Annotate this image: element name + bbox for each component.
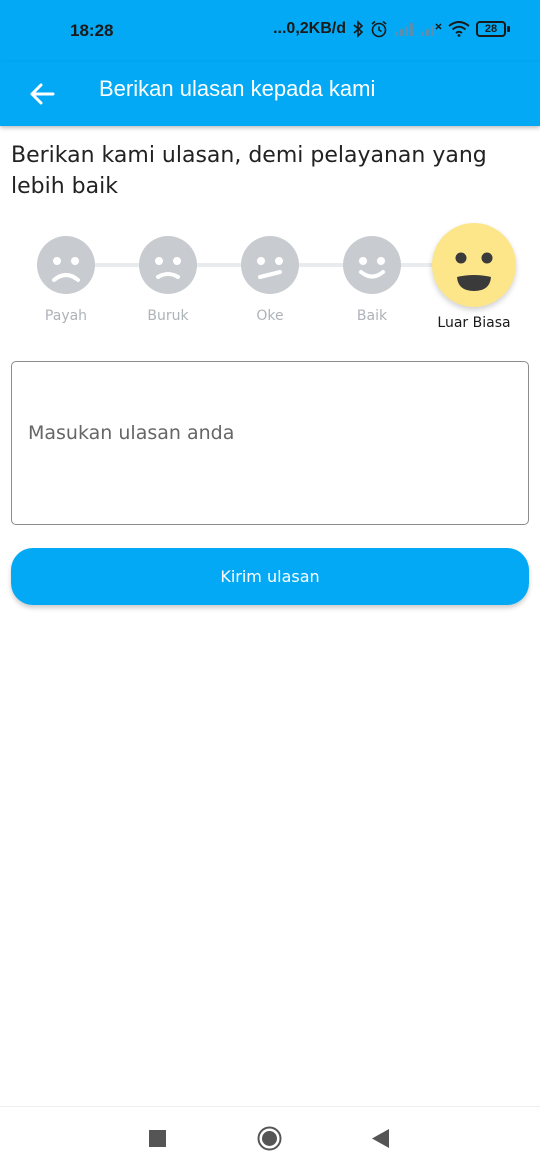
signal-x-icon: [421, 23, 442, 36]
excellent-face-icon: [455, 252, 493, 291]
signal-icon: [395, 23, 413, 36]
neutral-face-icon: [257, 257, 283, 279]
system-nav-bar: [0, 1106, 540, 1170]
battery-icon: 28: [476, 21, 510, 37]
back-button[interactable]: [22, 74, 62, 114]
review-field[interactable]: [11, 361, 529, 525]
home-circle-icon[interactable]: [257, 1126, 282, 1151]
wifi-icon: [448, 21, 470, 37]
arrow-left-icon: [30, 83, 55, 105]
rating-label-payah: Payah: [44, 308, 88, 324]
alarm-icon: [371, 20, 387, 38]
status-bar: 18:28 ...0,2KB/d 28: [0, 0, 540, 62]
recents-square-icon[interactable]: [149, 1130, 166, 1147]
back-triangle-icon[interactable]: [372, 1129, 389, 1148]
rating-option-buruk[interactable]: [139, 236, 197, 294]
review-input[interactable]: [28, 422, 508, 444]
battery-level: 28: [476, 21, 506, 37]
app-bar: Berikan ulasan kepada kami: [0, 62, 540, 126]
happy-face-icon: [359, 257, 385, 279]
bluetooth-icon: [353, 20, 364, 38]
rating-option-luar-biasa[interactable]: [432, 223, 516, 307]
rating-label-baik: Baik: [356, 308, 388, 324]
rating-option-baik[interactable]: [343, 236, 401, 294]
rating-label-luar-biasa: Luar Biasa: [437, 315, 511, 331]
rating-prompt: Berikan kami ulasan, demi pelayanan yang…: [11, 143, 487, 199]
status-icons: ...0,2KB/d 28: [273, 20, 510, 38]
rating-label-buruk: Buruk: [147, 308, 189, 324]
rating-option-payah[interactable]: [37, 236, 95, 294]
network-speed: ...0,2KB/d: [273, 20, 346, 37]
submit-review-button[interactable]: Kirim ulasan: [11, 548, 529, 605]
status-time: 18:28: [70, 21, 114, 40]
page-title: Berikan ulasan kepada kami: [99, 76, 376, 101]
sad-face-icon: [155, 257, 181, 279]
rating-label-oke: Oke: [256, 308, 284, 324]
rating-option-oke[interactable]: [241, 236, 299, 294]
very-sad-face-icon: [52, 257, 80, 282]
